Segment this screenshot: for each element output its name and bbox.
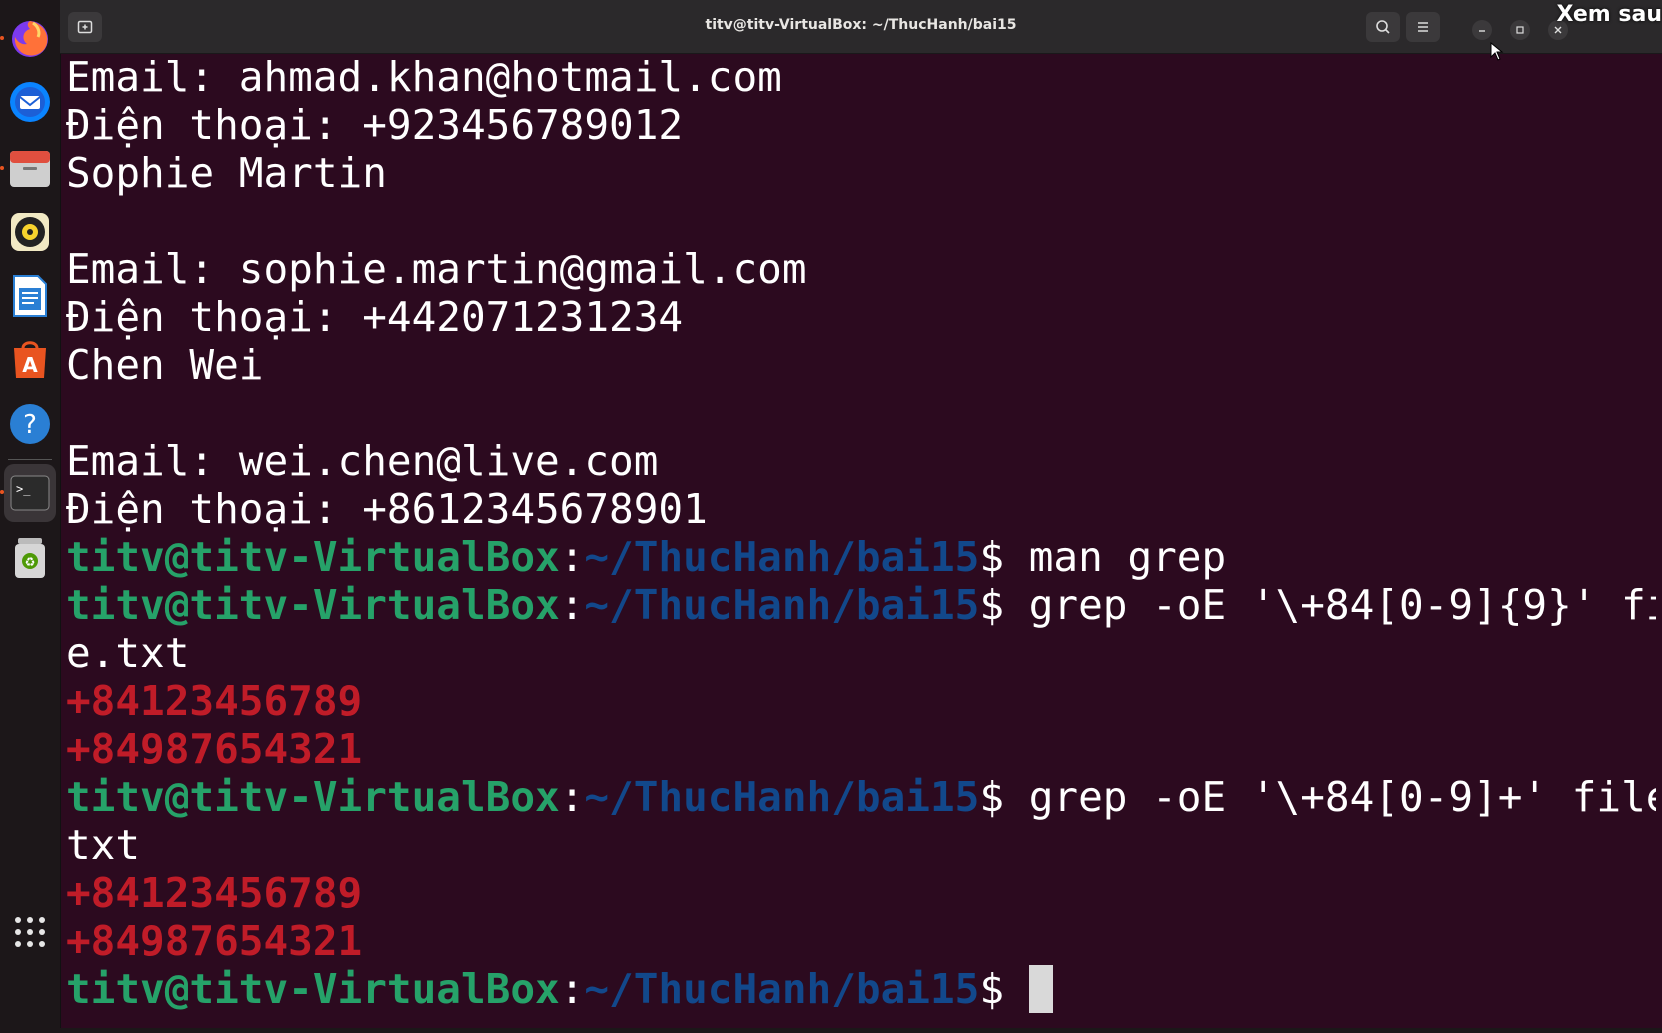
dock: A ? >_ ♻ — [0, 0, 61, 1033]
output-line: Điện thoại: +923456789012 — [66, 101, 684, 149]
search-button[interactable] — [1366, 12, 1400, 42]
output-line: Chen Wei — [66, 341, 264, 389]
watch-later-label[interactable]: Xem sau — [1557, 2, 1662, 27]
dock-firefox[interactable] — [0, 14, 54, 62]
prompt-dollar: $ — [979, 581, 1029, 629]
match-output: +84123456789 — [66, 869, 363, 917]
output-line: Email: wei.chen@live.com — [66, 437, 659, 485]
running-indicator — [0, 166, 4, 170]
output-line: Điện thoại: +8612345678901 — [66, 485, 708, 533]
prompt-user-host: titv@titv-VirtualBox — [66, 581, 560, 629]
prompt-colon: : — [559, 581, 585, 629]
minimize-icon — [1479, 30, 1485, 32]
app-center-icon: A — [14, 341, 46, 378]
app-grid-icon — [15, 917, 45, 947]
svg-text:♻: ♻ — [25, 555, 36, 569]
output-line: Sophie Martin — [66, 149, 387, 197]
dock-trash[interactable]: ♻ — [6, 534, 54, 582]
command-line: titv@titv-VirtualBox:~/ThucHanh/bai15$ m… — [66, 533, 1656, 581]
dock-terminal[interactable]: >_ — [0, 464, 56, 522]
prompt-colon: : — [559, 533, 585, 581]
svg-text:A: A — [22, 353, 38, 377]
prompt-path: ~/ThucHanh/bai15 — [584, 965, 980, 1013]
menu-button[interactable] — [1406, 12, 1440, 42]
prompt-user-host: titv@titv-VirtualBox — [66, 965, 560, 1013]
command-wrap: txt — [66, 821, 141, 869]
prompt-dollar: $ — [979, 533, 1029, 581]
prompt-user-host: titv@titv-VirtualBox — [66, 773, 560, 821]
dock-rhythmbox[interactable] — [6, 208, 54, 256]
help-icon: ? — [10, 404, 50, 444]
maximize-button[interactable] — [1510, 20, 1530, 40]
dock-writer[interactable] — [6, 272, 54, 320]
prompt-dollar: $ — [979, 773, 1029, 821]
files-icon — [10, 151, 50, 187]
running-indicator — [0, 36, 4, 40]
command-text: grep -oE '\+84[0-9]+' file. — [1028, 773, 1656, 821]
prompt-path: ~/ThucHanh/bai15 — [584, 533, 980, 581]
dock-separator — [8, 459, 52, 460]
prompt-colon: : — [559, 773, 585, 821]
command-text: grep -oE '\+84[0-9]{9}' fil — [1028, 581, 1656, 629]
output-line: Email: ahmad.khan@hotmail.com — [66, 53, 782, 101]
match-output: +84123456789 — [66, 677, 363, 725]
prompt-colon: : — [559, 965, 585, 1013]
trash-icon: ♻ — [15, 538, 45, 578]
command-text: man grep — [1028, 533, 1227, 581]
active-prompt-line[interactable]: titv@titv-VirtualBox:~/ThucHanh/bai15$ — [66, 965, 1656, 1013]
maximize-icon — [1516, 26, 1524, 34]
output-line: Điện thoại: +442071231234 — [66, 293, 684, 341]
output-line: Email: sophie.martin@gmail.com — [66, 245, 807, 293]
terminal-icon: >_ — [10, 475, 50, 511]
terminal-titlebar: titv@titv-VirtualBox: ~/ThucHanh/bai15 X… — [60, 0, 1662, 61]
command-wrap: e.txt — [66, 629, 190, 677]
rhythmbox-icon — [11, 213, 49, 251]
dock-app-center[interactable]: A — [6, 336, 54, 384]
prompt-user-host: titv@titv-VirtualBox — [66, 533, 560, 581]
prompt-path: ~/ThucHanh/bai15 — [584, 773, 980, 821]
firefox-icon — [12, 21, 48, 57]
svg-text:>_: >_ — [16, 482, 31, 496]
command-line: titv@titv-VirtualBox:~/ThucHanh/bai15$ g… — [66, 581, 1656, 629]
dock-thunderbird[interactable] — [6, 78, 54, 126]
match-output: +84987654321 — [66, 917, 363, 965]
dock-help[interactable]: ? — [6, 400, 54, 448]
hamburger-menu-icon — [1418, 22, 1428, 32]
bottom-strip — [60, 1028, 1662, 1033]
prompt-path: ~/ThucHanh/bai15 — [584, 581, 980, 629]
command-line: titv@titv-VirtualBox:~/ThucHanh/bai15$ g… — [66, 773, 1656, 821]
text-cursor — [1028, 965, 1053, 1013]
minimize-button[interactable] — [1472, 20, 1492, 40]
svg-text:?: ? — [23, 410, 37, 440]
libreoffice-writer-icon — [13, 275, 47, 317]
dock-show-apps[interactable] — [6, 908, 54, 956]
search-icon — [1376, 20, 1390, 34]
running-indicator — [0, 490, 4, 494]
prompt-dollar: $ — [979, 965, 1029, 1013]
terminal-output[interactable]: Email: ahmad.khan@hotmail.com Điện thoại… — [66, 53, 1656, 1028]
thunderbird-icon — [10, 82, 50, 122]
dock-files[interactable] — [0, 144, 54, 192]
match-output: +84987654321 — [66, 725, 363, 773]
